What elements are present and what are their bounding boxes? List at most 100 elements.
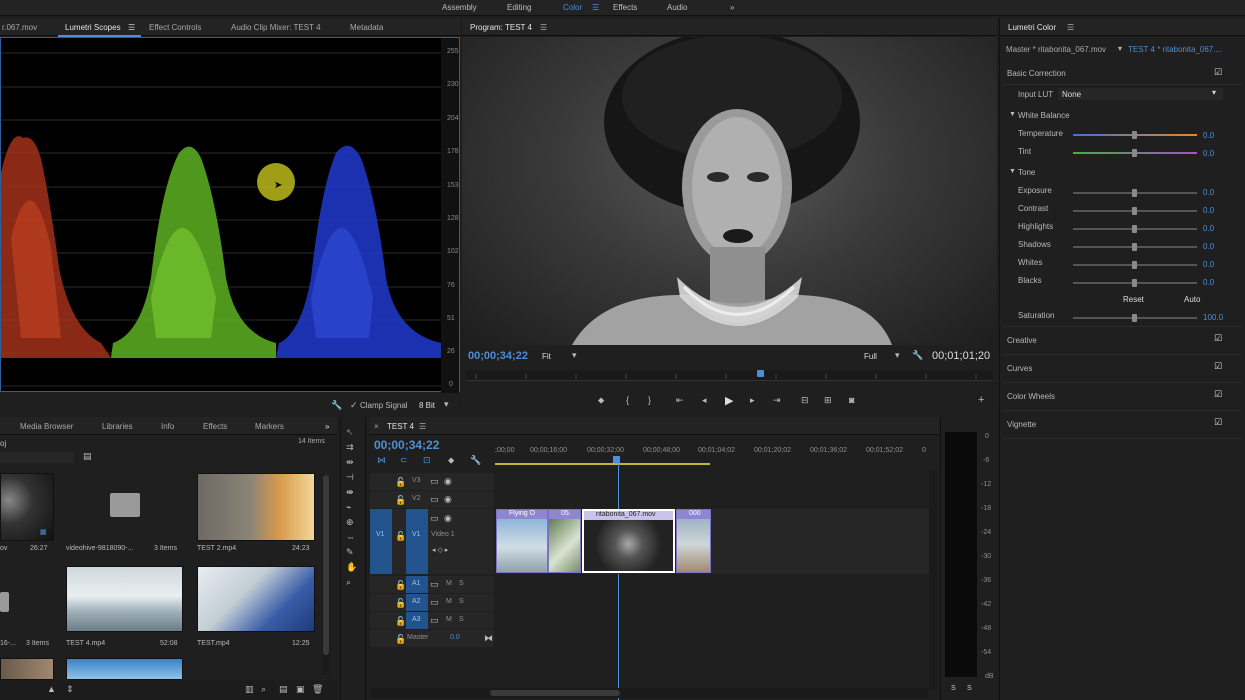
target-a2[interactable]: A2 [406,594,428,611]
sync-lock-icon[interactable]: ▭ [430,579,439,590]
timeline-timecode[interactable]: 00;00;34;22 [374,438,439,452]
marker-icon[interactable]: ⬥ [598,395,604,406]
whites-value[interactable]: 0.0 [1203,260,1214,269]
timeline-clip[interactable]: 05. [548,509,581,573]
scrollbar-thumb[interactable] [323,475,329,655]
mark-in-icon[interactable]: { [626,395,629,405]
mute-button[interactable]: M [446,580,452,587]
sync-lock-icon[interactable]: ▭ [430,597,439,608]
sort-icon[interactable]: ⇕ [66,684,74,695]
blacks-slider[interactable] [1073,279,1197,287]
wrench-icon[interactable]: 🔧 [912,350,923,361]
program-title[interactable]: Program: TEST 4 [470,23,532,32]
master-clip-label[interactable]: Master * ritabonita_067.mov [1006,45,1106,54]
workspace-editing[interactable]: Editing [507,3,531,12]
workspace-color[interactable]: Color [563,3,582,12]
slide-tool-icon[interactable]: ⇔ [346,532,355,542]
solo-button[interactable]: S [459,580,464,587]
v1-track-lane[interactable]: Flying O 05. ritabonita_067.mov 000 [496,509,931,574]
work-area-bar[interactable] [495,463,710,465]
master-volume-value[interactable]: 0.0 [450,634,460,641]
contrast-slider[interactable] [1073,207,1197,215]
go-to-end-icon[interactable]: ⧓ [484,633,493,644]
fit-select[interactable]: Fit [542,352,551,361]
tab-lumetri-scopes[interactable]: Lumetri Scopes [65,23,121,32]
workspace-audio[interactable]: Audio [667,3,687,12]
clamp-checkbox[interactable]: ✓ [350,400,358,411]
panel-menu-icon[interactable]: ☰ [1067,23,1074,32]
chevron-down-icon[interactable]: ▾ [572,350,577,361]
ripple-edit-tool-icon[interactable]: ⇹ [346,457,354,468]
shadows-slider[interactable] [1073,243,1197,251]
tab-source[interactable]: r.067.mov [2,23,37,32]
trash-icon[interactable]: 🗑 [312,684,323,695]
snap-icon[interactable]: ⋈ [377,455,386,466]
scrollbar[interactable] [322,475,330,675]
chevron-down-icon[interactable]: ▾ [444,399,449,410]
new-item-icon[interactable]: ▣ [296,684,305,695]
basic-correction-header[interactable]: Basic Correction ☑ [1003,62,1241,84]
timeline-clip[interactable]: 000 [676,509,711,573]
tab-effect-controls[interactable]: Effect Controls [149,23,201,32]
tint-value[interactable]: 0.0 [1203,149,1214,158]
program-timecode[interactable]: 00;00;34;22 [468,350,528,362]
playhead-handle[interactable] [613,456,620,463]
target-v1[interactable]: V1 [406,509,428,574]
slider-knob[interactable] [1132,261,1137,269]
contrast-value[interactable]: 0.0 [1203,206,1214,215]
creative-checkbox[interactable]: ☑ [1214,333,1222,344]
keyframe-nav-icon[interactable]: ◂ ◇ ▸ [432,546,448,554]
section-curves[interactable]: Curves [1007,364,1032,373]
slider-knob[interactable] [1132,149,1137,157]
nest-icon[interactable]: ⊡ [423,455,431,466]
razor-tool-icon[interactable]: ⌁ [346,502,351,513]
lumetri-title[interactable]: Lumetri Color [1008,23,1056,32]
step-forward-icon[interactable]: ▸ [750,395,755,406]
solo-button[interactable]: S [459,616,464,623]
slip-tool-icon[interactable]: ⊕ [346,517,354,528]
workspace-assembly[interactable]: Assembly [442,3,477,12]
more-tabs-icon[interactable]: » [325,422,329,431]
add-button-icon[interactable]: + [978,394,984,406]
section-vignette[interactable]: Vignette [1007,420,1036,429]
tab-libraries[interactable]: Libraries [102,422,133,431]
sync-lock-icon[interactable]: ▭ [430,513,439,524]
lock-icon[interactable]: 🔓 [395,580,406,591]
collapse-triangle-icon[interactable]: ▼ [1009,111,1016,118]
play-icon[interactable]: ▶ [725,394,733,407]
lock-icon[interactable]: 🔓 [395,616,406,627]
quality-select[interactable]: Full [864,352,877,361]
timeline-horizontal-scrollbar[interactable] [370,688,928,698]
time-ruler[interactable]: ;00;00 00;00;16;00 00;00;32;00 00;00;48;… [495,445,930,468]
timeline-vertical-scrollbar[interactable] [929,470,937,690]
shadows-value[interactable]: 0.0 [1203,242,1214,251]
mark-out-icon[interactable]: } [648,395,651,405]
folder-icon[interactable] [0,592,9,612]
curves-checkbox[interactable]: ☑ [1214,361,1222,372]
slider-knob[interactable] [1132,207,1137,215]
slider-knob[interactable] [1132,189,1137,197]
timeline-clip[interactable]: Flying O [496,509,548,573]
extract-icon[interactable]: ⊞ [824,395,832,406]
lift-icon[interactable]: ⊟ [801,395,809,406]
hand-tool-icon[interactable]: ✋ [346,562,357,573]
add-marker-icon[interactable]: ⬥ [448,455,454,466]
exposure-value[interactable]: 0.0 [1203,188,1214,197]
panel-menu-icon[interactable]: ☰ [128,23,135,32]
sequence-clip-label[interactable]: TEST 4 * ritabonita_067.... [1128,45,1222,54]
solo-button[interactable]: S [459,598,464,605]
folder-icon[interactable] [110,493,140,517]
highlights-slider[interactable] [1073,225,1197,233]
scrollbar-thumb[interactable] [490,690,620,696]
clip-thumbnail[interactable] [66,566,183,632]
tab-markers[interactable]: Markers [255,422,284,431]
step-back-icon[interactable]: ◂ [702,395,707,406]
zoom-slider-icon[interactable]: ▲ [47,684,56,694]
timeline-title[interactable]: TEST 4 [387,422,414,431]
meter-solo-button[interactable]: S [967,685,972,692]
program-scrubber[interactable] [466,370,993,381]
chevron-down-icon[interactable]: ▾ [895,350,900,361]
sync-lock-icon[interactable]: ▭ [430,494,439,505]
clip-thumbnail[interactable] [66,658,183,680]
tab-info[interactable]: Info [161,422,174,431]
